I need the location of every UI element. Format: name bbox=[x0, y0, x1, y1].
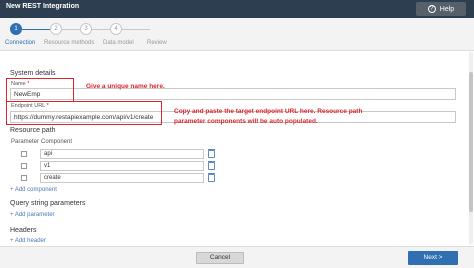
step-2-indicator[interactable]: 2 bbox=[50, 23, 62, 35]
step-1-label: Connection bbox=[5, 40, 36, 46]
add-header-link[interactable]: + Add header bbox=[10, 238, 46, 244]
endpoint-annotation-line-1: Copy and paste the target endpoint URL h… bbox=[174, 108, 363, 115]
parameter-column-header: Parameter bbox=[11, 139, 40, 145]
step-2-label: Resource methods bbox=[44, 40, 95, 46]
next-button[interactable]: Next > bbox=[408, 251, 458, 265]
scrollbar-thumb[interactable] bbox=[469, 72, 473, 212]
add-parameter-link[interactable]: + Add parameter bbox=[10, 212, 55, 218]
headers-heading: Headers bbox=[10, 227, 37, 234]
step-3-label: Data model bbox=[103, 40, 134, 46]
component-input[interactable]: create bbox=[40, 173, 204, 183]
scrollbar[interactable] bbox=[469, 52, 473, 244]
name-annotation: Give a unique name here. bbox=[86, 83, 165, 90]
step-4-indicator[interactable]: 4 bbox=[110, 23, 122, 35]
component-input[interactable]: api bbox=[40, 149, 204, 159]
help-label: Help bbox=[439, 5, 455, 13]
component-input[interactable]: v1 bbox=[40, 161, 204, 171]
component-column-header: Component bbox=[41, 139, 73, 145]
name-field[interactable]: NewEmp bbox=[10, 88, 456, 100]
cancel-button[interactable]: Cancel bbox=[196, 252, 244, 264]
query-string-heading: Query string parameters bbox=[10, 200, 86, 207]
add-component-link[interactable]: + Add component bbox=[10, 187, 57, 193]
window-title: New REST Integration bbox=[6, 3, 80, 10]
step-4-label: Review bbox=[147, 40, 167, 46]
question-icon: ? bbox=[427, 5, 436, 13]
footer-bar: Cancel Next > bbox=[0, 246, 474, 268]
resource-path-heading: Resource path bbox=[10, 127, 56, 134]
step-connector bbox=[62, 29, 80, 30]
parameter-checkbox[interactable] bbox=[21, 151, 27, 157]
step-connector bbox=[22, 29, 50, 30]
name-highlight-box bbox=[6, 78, 74, 102]
system-details-heading: System details bbox=[10, 70, 56, 77]
parameter-checkbox[interactable] bbox=[21, 175, 27, 181]
trash-icon[interactable] bbox=[208, 149, 215, 158]
trash-icon[interactable] bbox=[208, 173, 215, 182]
step-1-indicator[interactable]: 1 bbox=[10, 23, 22, 35]
step-connector bbox=[122, 29, 150, 30]
step-3-indicator[interactable]: 3 bbox=[80, 23, 92, 35]
step-connector bbox=[92, 29, 110, 30]
trash-icon[interactable] bbox=[208, 161, 215, 170]
wizard-steps: 1 2 3 4 Connection Resource methods Data… bbox=[0, 18, 474, 51]
parameter-checkbox[interactable] bbox=[21, 163, 27, 169]
endpoint-highlight-box bbox=[6, 101, 162, 125]
help-button[interactable]: ? Help bbox=[416, 2, 466, 16]
endpoint-annotation-line-2: parameter components will be auto popula… bbox=[174, 118, 318, 125]
title-bar: New REST Integration ? Help bbox=[0, 0, 474, 18]
